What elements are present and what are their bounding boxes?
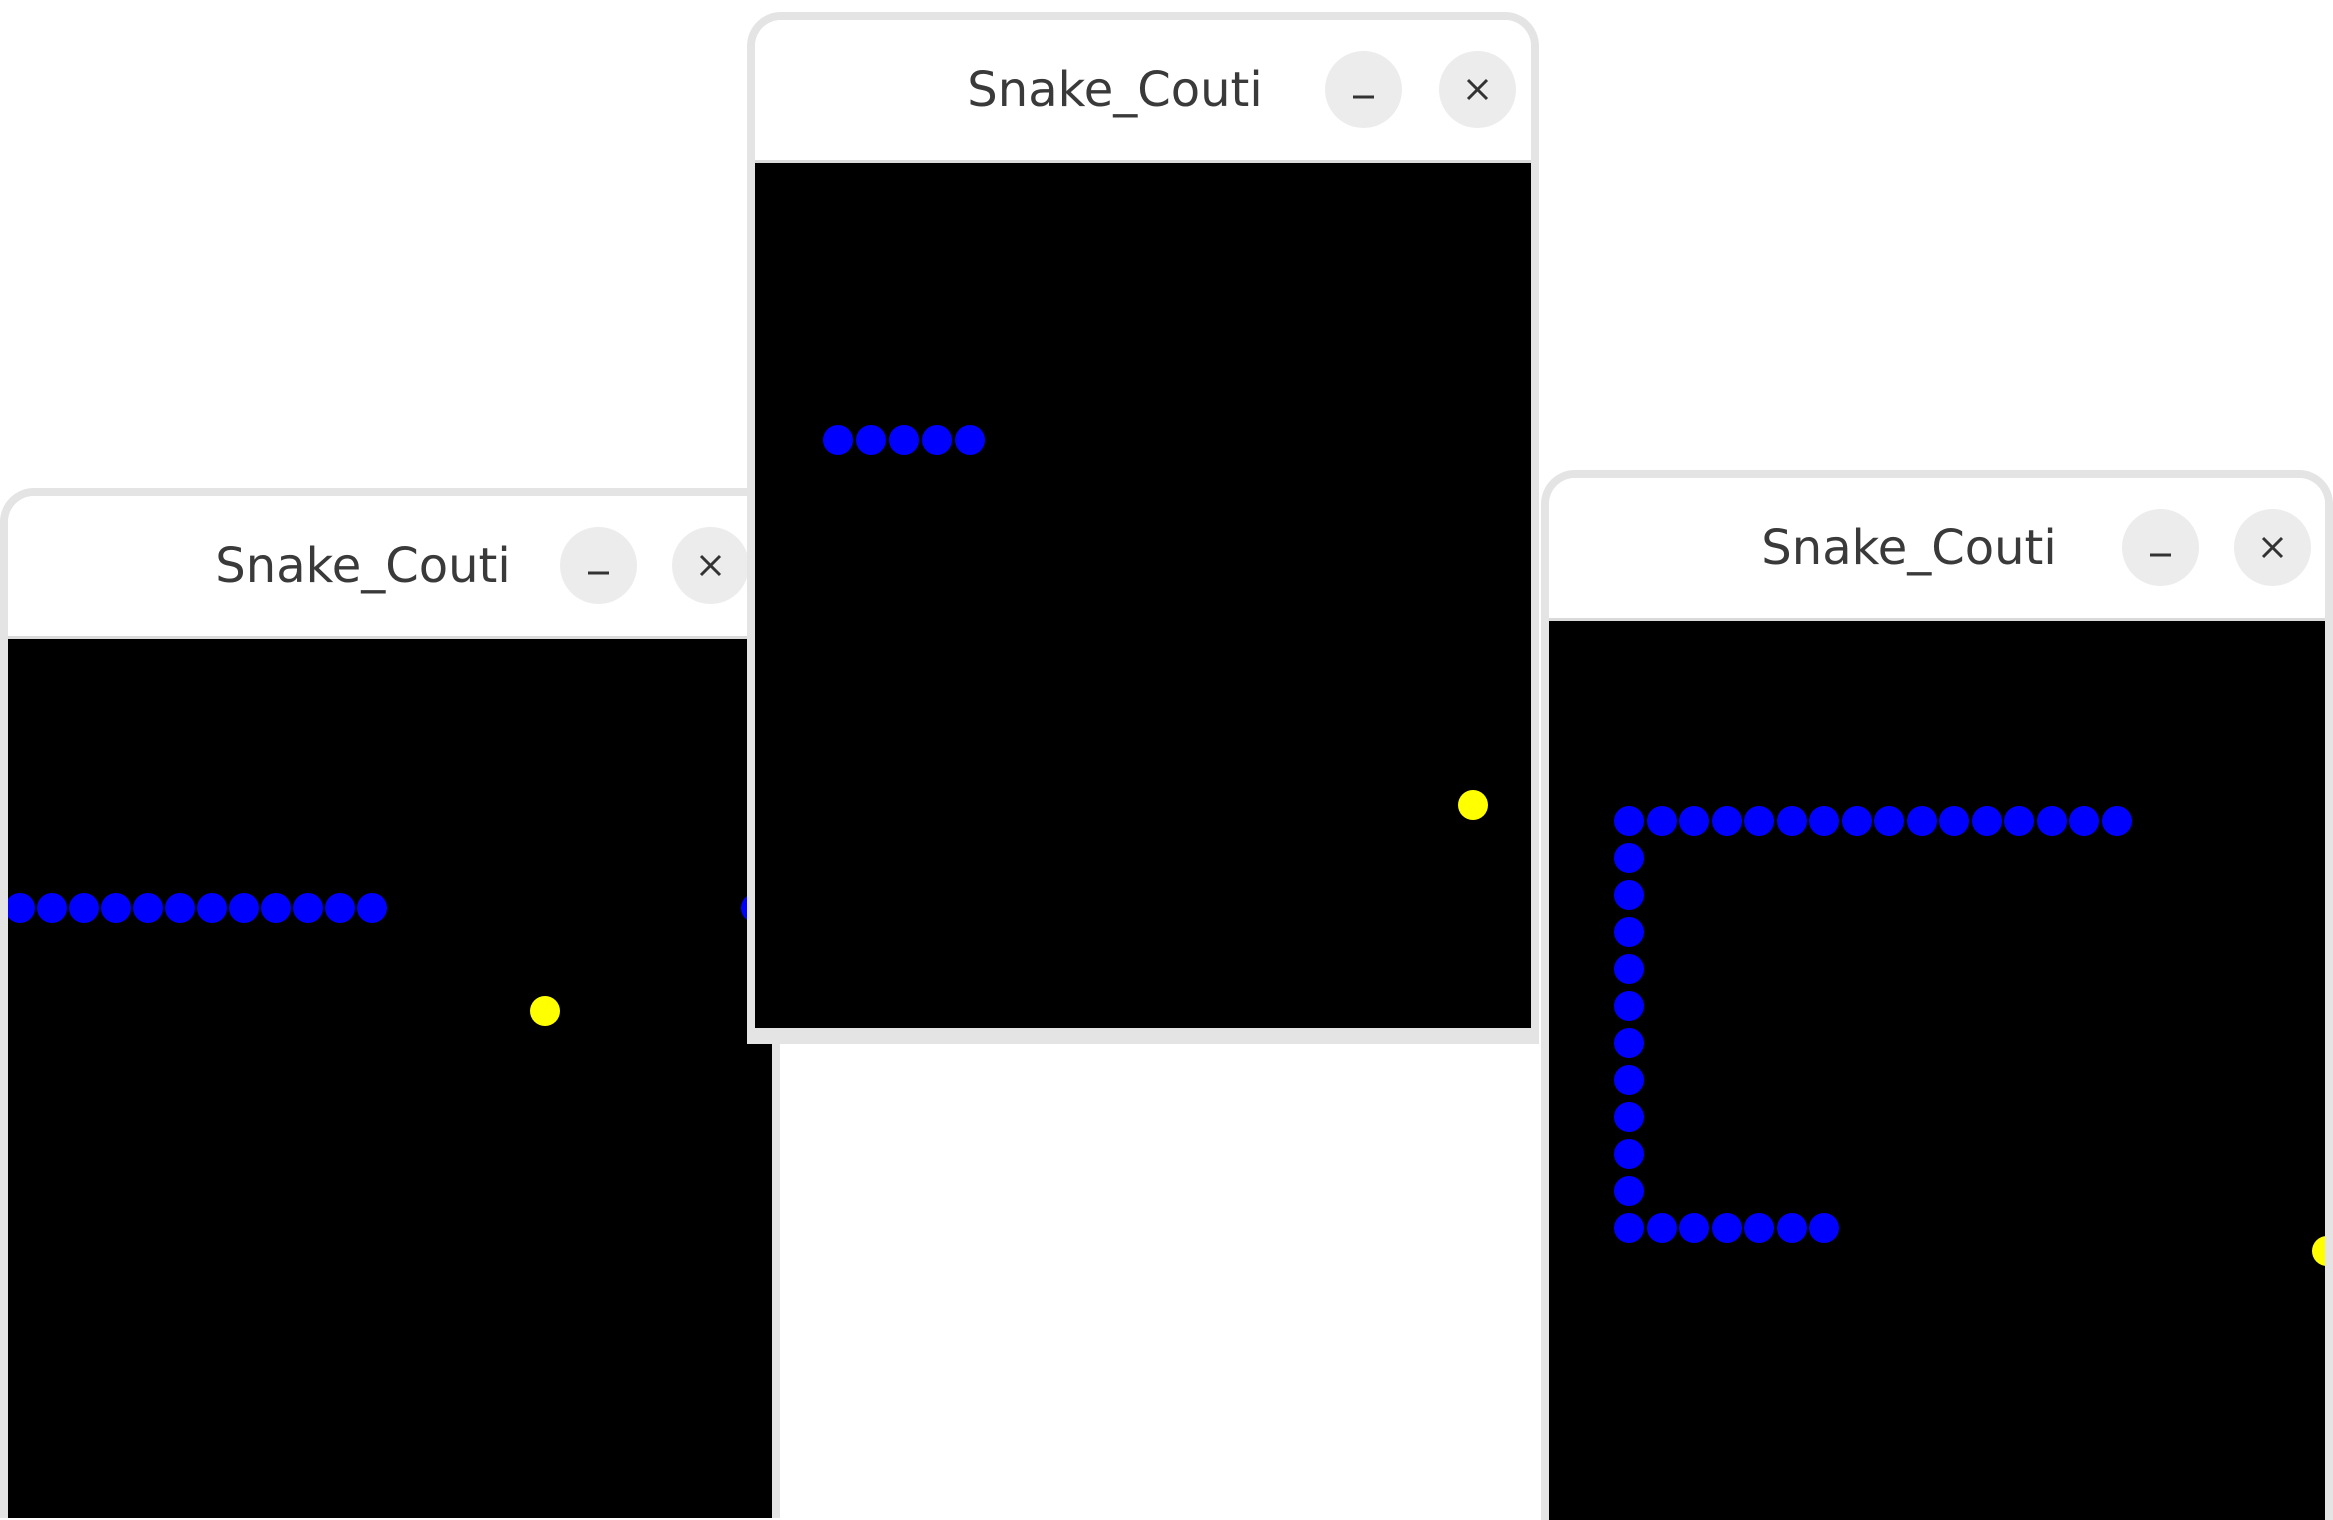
snake-segment [2037,806,2067,836]
game-window-middle: Snake_Couti [747,12,1539,1044]
snake-segment [1614,1028,1644,1058]
snake-segment [325,893,355,923]
window-title: Snake_Couti [1761,520,2057,576]
food-pellet [1458,790,1488,820]
snake-segment [1874,806,1904,836]
minimize-button[interactable] [560,527,637,604]
game-board[interactable] [8,639,772,1518]
close-icon [2261,536,2284,559]
game-window-right: Snake_Couti [1541,470,2333,1520]
snake-segment [1614,1213,1644,1243]
snake-segment [1614,1176,1644,1206]
snake-segment [133,893,163,923]
snake-segment [1907,806,1937,836]
snake-segment [69,893,99,923]
minimize-icon [2150,553,2171,557]
snake-segment [1614,843,1644,873]
window-title: Snake_Couti [967,62,1263,118]
snake-segment [1647,806,1677,836]
snake-segment [922,425,952,455]
close-icon [699,554,722,577]
snake [823,425,985,455]
food-pellet [530,996,560,1026]
snake-segment [856,425,886,455]
snake [1614,806,2132,1243]
snake-segment [1744,806,1774,836]
snake-segment [197,893,227,923]
snake-segment [293,893,323,923]
minimize-icon [1353,95,1374,99]
snake-segment [165,893,195,923]
snake-segment [2102,806,2132,836]
window-title: Snake_Couti [215,538,511,594]
snake-segment [1614,1065,1644,1095]
close-button[interactable] [1439,51,1516,128]
snake-segment [261,893,291,923]
game-board-graphics [8,893,771,1026]
snake-segment [1939,806,1969,836]
snake-segment [1647,1213,1677,1243]
snake-segment [1614,1102,1644,1132]
snake [8,893,771,923]
snake-segment [101,893,131,923]
snake-segment [1777,1213,1807,1243]
close-button[interactable] [672,527,749,604]
close-icon [1466,78,1489,101]
snake-segment [889,425,919,455]
snake-segment [1614,991,1644,1021]
minimize-button[interactable] [1325,51,1402,128]
title-bar[interactable]: Snake_Couti [8,496,772,639]
title-bar[interactable]: Snake_Couti [755,20,1531,163]
snake-segment [1809,1213,1839,1243]
snake-segment [1614,880,1644,910]
snake-segment [1679,1213,1709,1243]
title-bar[interactable]: Snake_Couti [1549,478,2325,621]
game-window-left: Snake_Couti [0,488,780,1518]
snake-segment [1809,806,1839,836]
snake-segment [8,893,35,923]
close-button[interactable] [2234,509,2311,586]
minimize-icon [588,571,609,575]
snake-segment [823,425,853,455]
snake-segment [1614,1139,1644,1169]
snake-segment [1777,806,1807,836]
snake-segment [1614,917,1644,947]
snake-segment [1972,806,2002,836]
food-pellet [2312,1236,2325,1266]
game-board-graphics [1614,806,2325,1266]
snake-segment [229,893,259,923]
game-board[interactable] [755,163,1531,1028]
game-board[interactable] [1549,621,2325,1520]
snake-segment [1744,1213,1774,1243]
snake-segment [37,893,67,923]
snake-segment [357,893,387,923]
snake-segment [1712,1213,1742,1243]
snake-segment [1614,954,1644,984]
snake-segment [955,425,985,455]
snake-segment [1842,806,1872,836]
snake-segment [1614,806,1644,836]
snake-segment [2004,806,2034,836]
minimize-button[interactable] [2122,509,2199,586]
game-board-graphics [823,425,1488,820]
snake-segment [1679,806,1709,836]
snake-segment [1712,806,1742,836]
snake-segment [2069,806,2099,836]
